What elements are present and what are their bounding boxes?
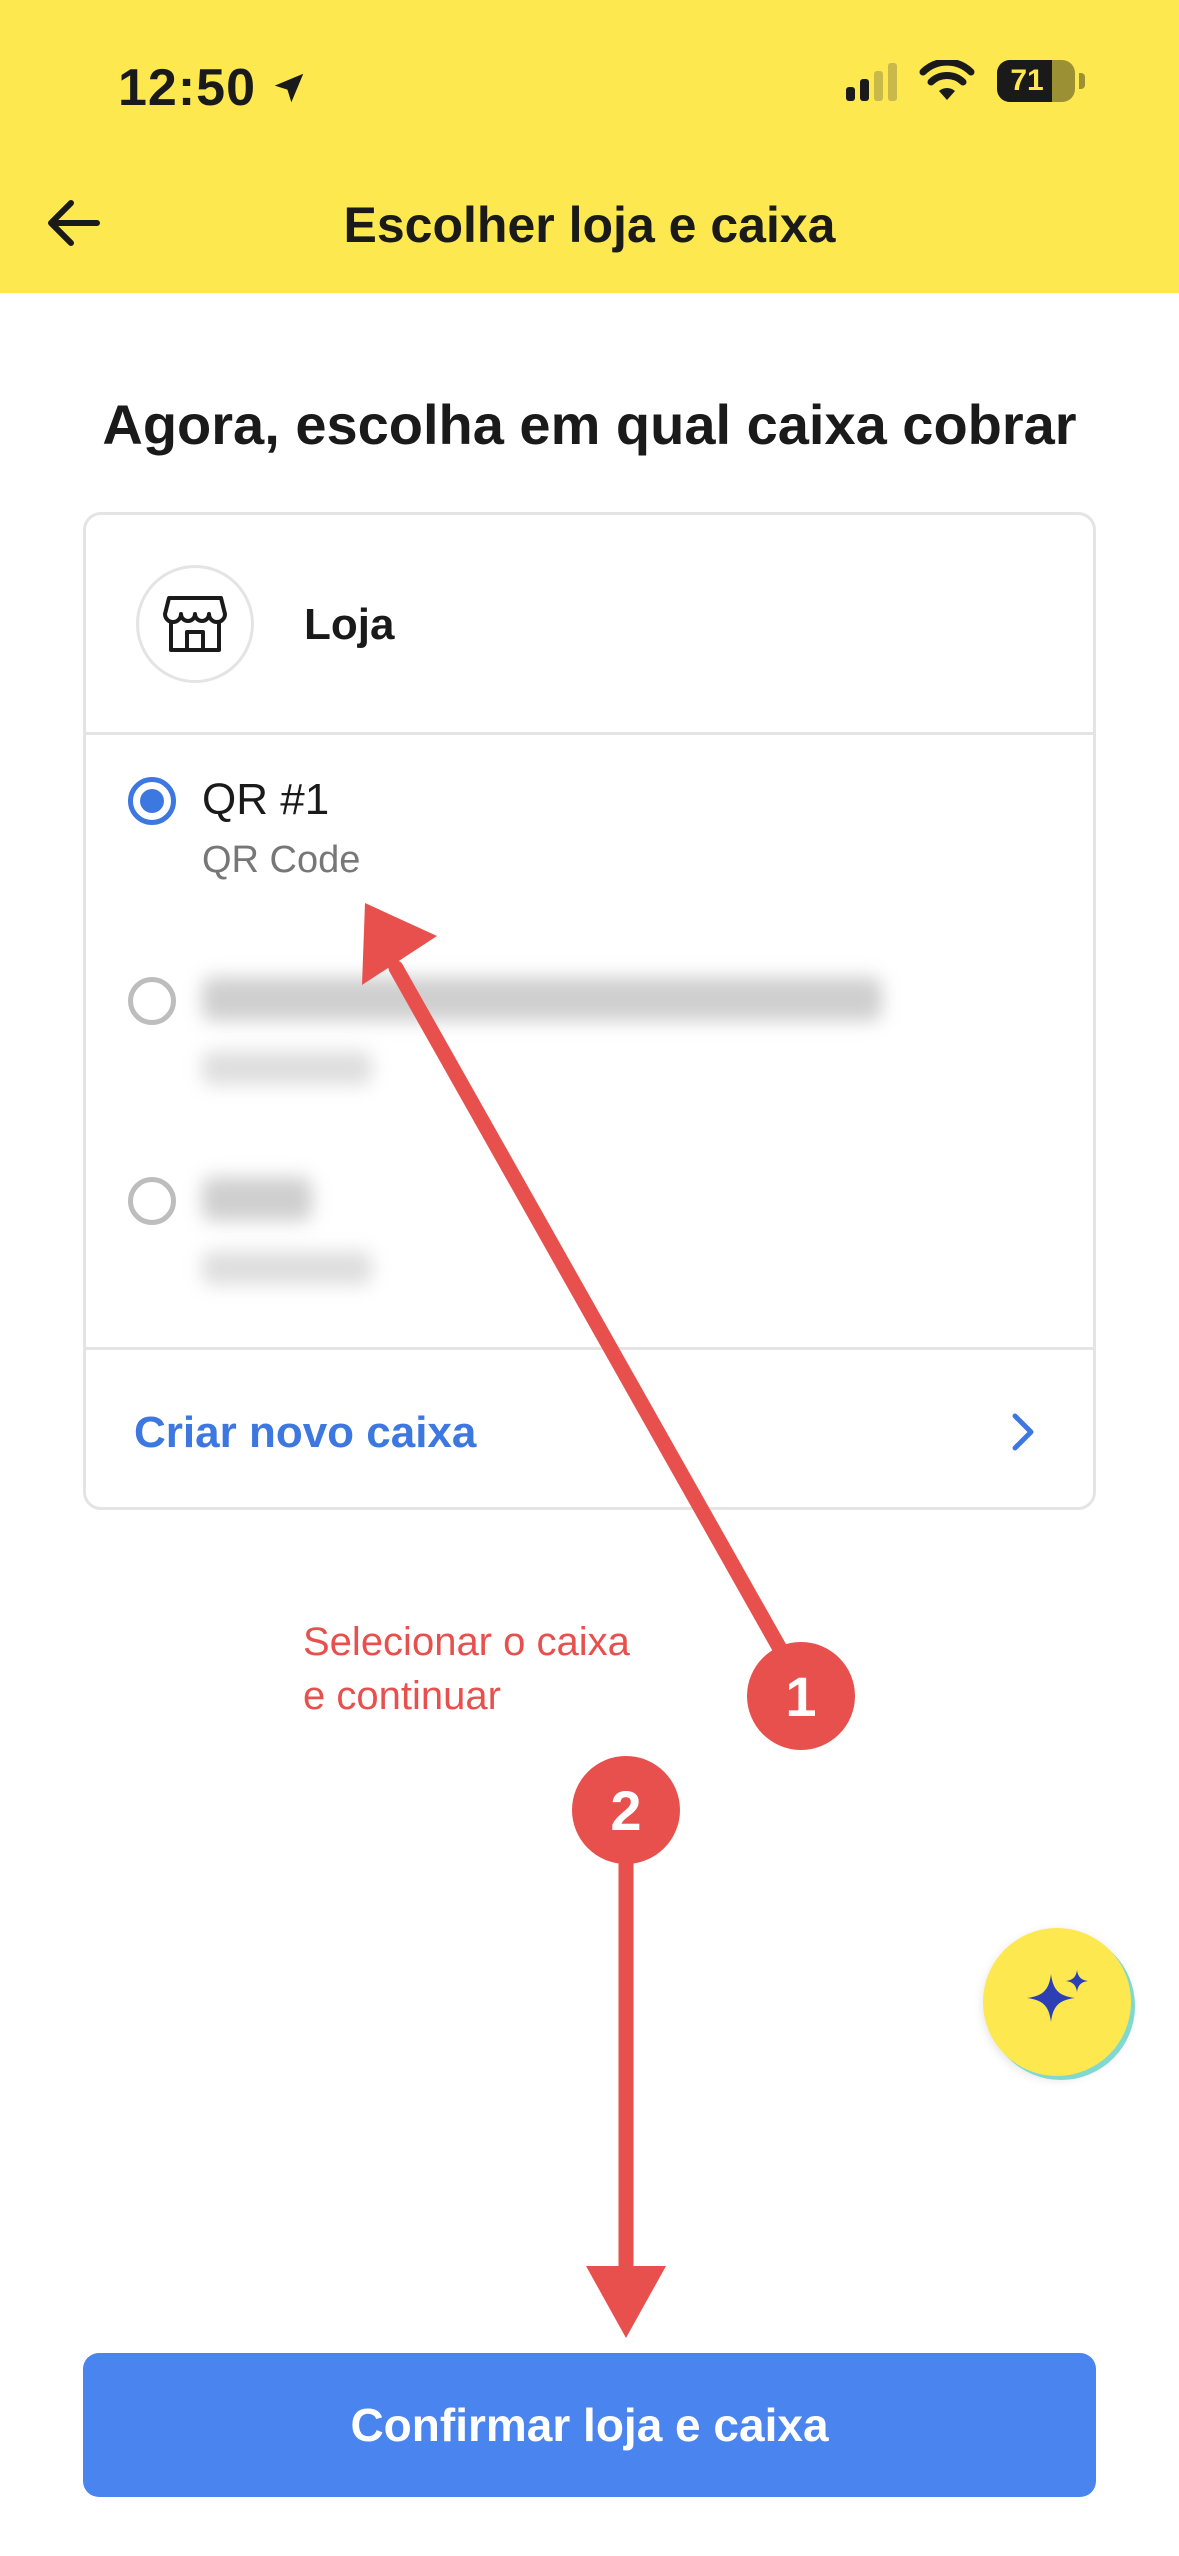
annotation-badge-1: 1	[747, 1642, 855, 1750]
annotation-arrow-1	[388, 960, 800, 1678]
annotation-arrowhead-2	[586, 2266, 666, 2338]
annotation-arrows	[362, 903, 800, 2338]
sparkle-icon	[1027, 1970, 1088, 2022]
annotation-badge-2: 2	[572, 1756, 680, 1864]
confirm-store-box-button[interactable]: Confirmar loja e caixa	[83, 2353, 1096, 2497]
assistant-button[interactable]	[983, 1928, 1131, 2076]
